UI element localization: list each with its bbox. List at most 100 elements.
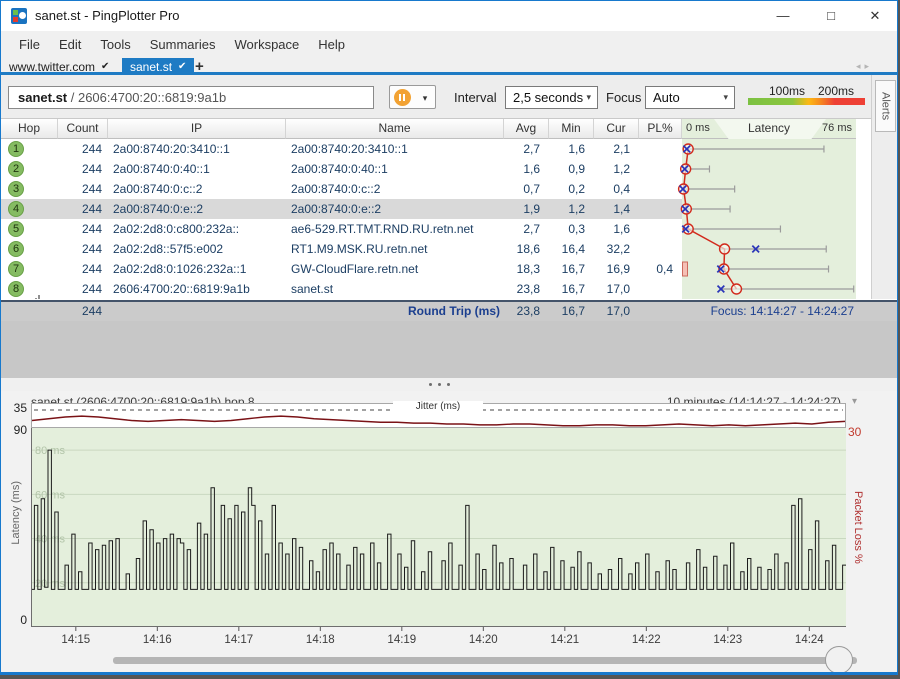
header-avg[interactable]: Avg xyxy=(504,119,549,139)
timeline-scrollbar-thumb[interactable] xyxy=(825,646,853,672)
cur-cell: 1,2 xyxy=(613,162,630,176)
hop-badge: 4 xyxy=(8,201,24,217)
min-cell: 0,9 xyxy=(568,162,585,176)
chevron-down-icon[interactable]: ▾ xyxy=(852,396,857,407)
table-row[interactable]: 2 244 2a00:8740:0:40::1 2a00:8740:0:40::1 1,… xyxy=(1,159,871,179)
menu-file[interactable]: File xyxy=(11,33,51,56)
interval-select[interactable]: 2,5 seconds ▾ xyxy=(505,86,598,109)
trace-table-body: 1 244 2a00:8740:20:3410::1 2a00:8740:20:341… xyxy=(1,139,871,299)
avg-cell: 0,7 xyxy=(523,182,540,196)
pane-splitter[interactable] xyxy=(1,378,897,391)
ip-cell: 2a00:8740:0:c::2 xyxy=(113,182,203,196)
table-row[interactable]: 7 244 2a02:2d8:0:1026:232a::1 GW-CloudFlare… xyxy=(1,259,871,279)
min-cell: 0,2 xyxy=(568,182,585,196)
ip-cell: 2a02:2d8:0:1026:232a::1 xyxy=(113,262,247,276)
table-row[interactable]: 1 244 2a00:8740:20:3410::1 2a00:8740:20:341… xyxy=(1,139,871,159)
menu-help[interactable]: Help xyxy=(310,33,356,56)
round-trip-avg: 23,8 xyxy=(516,304,540,318)
pause-button[interactable] xyxy=(389,85,416,109)
header-name[interactable]: Name xyxy=(286,119,504,139)
table-row[interactable]: 3 244 2a00:8740:0:c::2 2a00:8740:0:c::2 0,7 0… xyxy=(1,179,871,199)
hop-cell: 3 xyxy=(1,179,58,199)
chevron-down-icon: ▾ xyxy=(723,92,728,102)
svg-text:14:20: 14:20 xyxy=(469,634,498,646)
avg-cell: 18,6 xyxy=(516,242,540,256)
header-latency[interactable]: Latency 0 ms 76 ms xyxy=(682,119,856,139)
header-ip[interactable]: IP xyxy=(108,119,286,139)
target-address-box[interactable]: sanet.st / 2606:4700:20::6819:9a1b xyxy=(8,86,374,109)
header-min[interactable]: Min xyxy=(549,119,594,139)
latency-axis-min: 0 ms xyxy=(686,122,710,134)
ip-cell: 2a00:8740:20:3410::1 xyxy=(113,142,230,156)
latency-graph-cell xyxy=(682,199,856,219)
alerts-panel-tab[interactable]: Alerts xyxy=(875,80,896,132)
svg-text:14:22: 14:22 xyxy=(632,634,661,646)
header-pl[interactable]: PL% xyxy=(639,119,682,139)
close-button[interactable]: ✕ xyxy=(859,5,891,27)
table-row[interactable]: 8 244 2606:4700:20::6819:9a1b sanet.st 23,8 1… xyxy=(1,279,871,299)
name-cell: 2a00:8740:0:c::2 xyxy=(291,182,381,196)
hop-cell: 4 xyxy=(1,199,58,219)
hop-badge: 7 xyxy=(8,261,24,277)
jitter-axis-max-label: 35 xyxy=(13,401,27,415)
svg-text:40 ms: 40 ms xyxy=(35,534,65,546)
latency-timeline-chart[interactable]: 20 ms 40 ms 60 ms 80 ms 14:15 14:16 14:17 14:18… xyxy=(31,428,846,648)
pl-cell xyxy=(639,239,682,259)
svg-text:14:15: 14:15 xyxy=(61,634,90,646)
hop-badge: 1 xyxy=(8,141,24,157)
pause-dropdown-button[interactable]: ▾ xyxy=(415,85,436,109)
round-trip-min: 16,7 xyxy=(561,304,585,318)
focus-label: Focus xyxy=(606,90,642,105)
cur-cell: 32,2 xyxy=(606,242,630,256)
tab-scroll-arrows[interactable]: ◂▸ xyxy=(856,61,873,72)
latency-axis-max: 76 ms xyxy=(822,122,852,134)
latency-graph-cell xyxy=(682,259,856,279)
header-count[interactable]: Count xyxy=(58,119,108,139)
maximize-button[interactable]: □ xyxy=(815,5,847,27)
empty-area xyxy=(1,321,897,378)
name-cell: 2a00:8740:0:e::2 xyxy=(286,199,504,219)
name-cell: GW-CloudFlare.retn.net xyxy=(291,262,419,276)
menu-tools[interactable]: Tools xyxy=(92,33,141,56)
ip-cell: 2a02:2d8::57f5:e002 xyxy=(113,242,224,256)
menu-workspace[interactable]: Workspace xyxy=(226,33,310,56)
svg-text:20 ms: 20 ms xyxy=(35,578,65,590)
name-cell: ae6-529.RT.TMT.RND.RU.retn.net xyxy=(291,222,474,236)
svg-text:14:21: 14:21 xyxy=(550,634,579,646)
side-panel-strip: Alerts xyxy=(871,75,897,299)
cur-cell: 0,4 xyxy=(613,182,630,196)
tab-sanet-st[interactable]: sanet.st ✔ xyxy=(122,58,195,75)
header-hop[interactable]: Hop xyxy=(1,119,58,139)
svg-text:14:24: 14:24 xyxy=(795,634,824,646)
pause-icon xyxy=(394,88,411,106)
table-row[interactable]: 6 244 2a02:2d8::57f5:e002 RT1.M9.MSK.RU.ret… xyxy=(1,239,871,259)
table-row[interactable]: 5 244 2a02:2d8:0:c800:232a:: ae6-529.RT.TMT… xyxy=(1,219,871,239)
ip-cell: 2a00:8740:0:e::2 xyxy=(108,199,286,219)
latency-color-legend xyxy=(748,98,865,105)
menu-summaries[interactable]: Summaries xyxy=(142,33,227,56)
cur-cell: 1,4 xyxy=(594,199,639,219)
count-cell: 244 xyxy=(81,282,102,296)
focus-select[interactable]: Auto ▾ xyxy=(645,86,735,109)
header-cur[interactable]: Cur xyxy=(594,119,639,139)
name-cell: 2a00:8740:0:40::1 xyxy=(291,162,388,176)
chevron-down-icon: ▾ xyxy=(586,92,591,102)
latency-graph-cell xyxy=(682,239,856,259)
round-trip-row: 244 Round Trip (ms) 23,8 16,7 17,0 Focus… xyxy=(1,302,897,321)
menu-edit[interactable]: Edit xyxy=(51,33,92,56)
min-cell: 0,3 xyxy=(568,222,585,236)
hop-badge: 6 xyxy=(8,241,24,257)
latency-graph-cell xyxy=(682,139,856,159)
minimize-button[interactable]: — xyxy=(767,5,799,27)
count-cell: 244 xyxy=(58,199,108,219)
count-cell: 244 xyxy=(81,162,102,176)
pl-cell xyxy=(639,159,682,179)
timeline-scrollbar-track[interactable] xyxy=(113,657,857,664)
chevron-right-icon: ▸ xyxy=(864,61,873,71)
table-row[interactable]: 4 244 2a00:8740:0:e::2 2a00:8740:0:e::2 1,9 1… xyxy=(1,199,871,219)
hop-cell: 8 xyxy=(1,279,58,299)
svg-text:14:16: 14:16 xyxy=(143,634,172,646)
cur-cell: 17,0 xyxy=(606,282,630,296)
latency-graph-cell xyxy=(682,219,856,239)
hop-cell: 2 xyxy=(1,159,58,179)
